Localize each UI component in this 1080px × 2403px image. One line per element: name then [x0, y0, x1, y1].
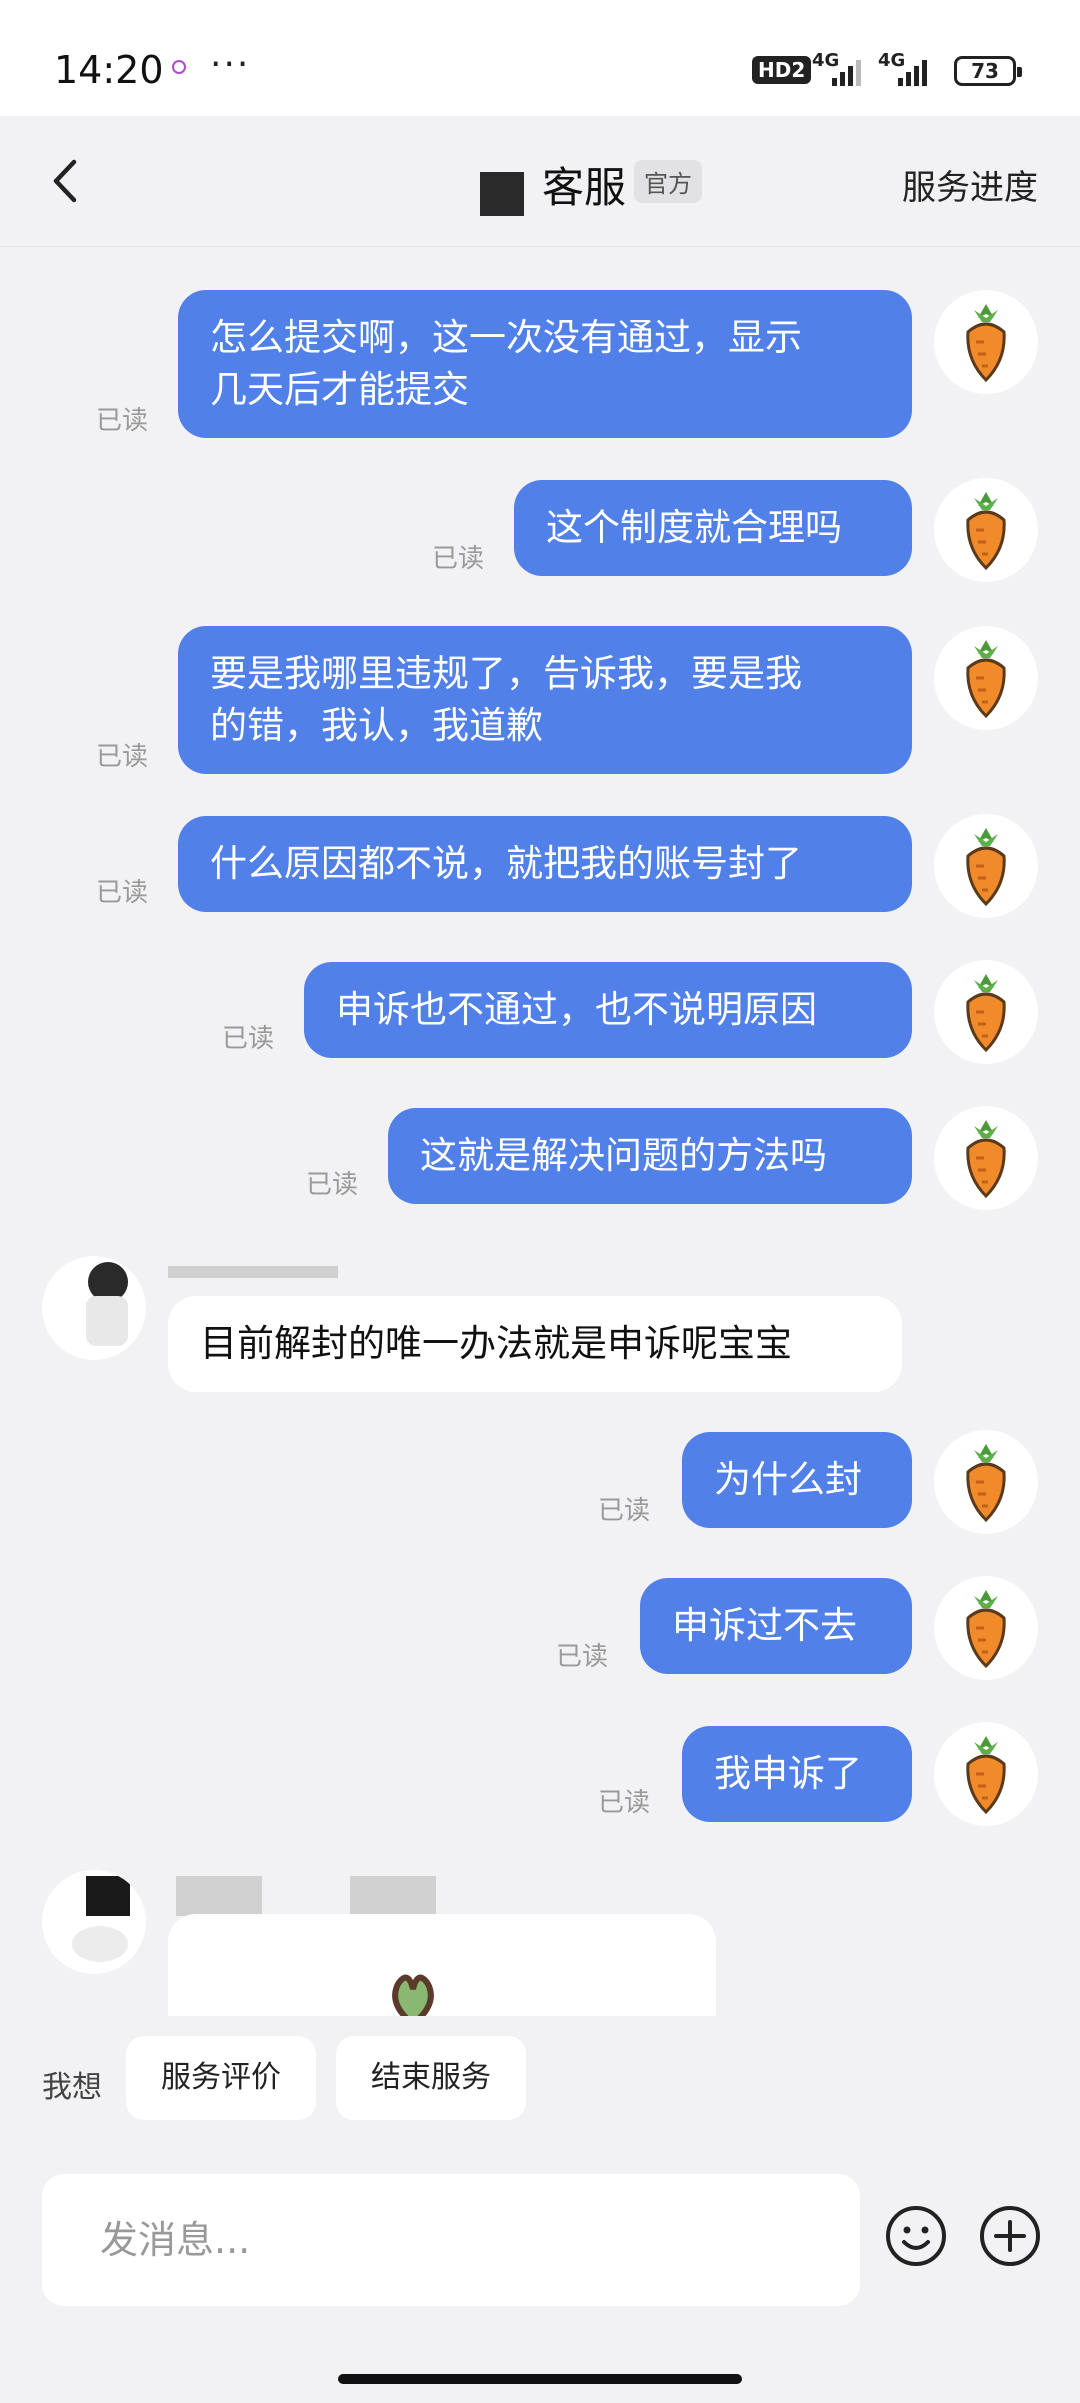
carrot-icon: [966, 304, 1006, 383]
nav-bar: 客服 官方 服务进度: [0, 116, 1080, 247]
bottom-panel: 我想 服务评价 结束服务: [0, 2016, 1080, 2403]
message-bubble[interactable]: 申诉也不通过，也不说明原因: [304, 962, 912, 1058]
message-text: 目前解封的唯一办法就是申诉呢宝宝: [200, 1322, 792, 1365]
message-text: 申诉也不通过，也不说明原因: [336, 988, 817, 1031]
user-avatar[interactable]: [934, 1106, 1038, 1210]
read-status: 已读: [598, 1496, 651, 1526]
user-avatar[interactable]: [934, 478, 1038, 582]
page-title: 客服: [542, 163, 627, 212]
official-badge: 官方: [634, 160, 702, 203]
message-text: 这个制度就合理吗: [546, 506, 842, 549]
agent-avatar[interactable]: [42, 1870, 146, 1974]
carrot-icon: [966, 640, 1006, 719]
user-avatar[interactable]: [934, 1430, 1038, 1534]
user-avatar[interactable]: [934, 290, 1038, 394]
quick-actions-label: 我想: [42, 2070, 102, 2105]
more-notifications-icon: ···: [210, 44, 251, 85]
user-avatar[interactable]: [934, 626, 1038, 730]
signal-icon-1: [832, 58, 861, 86]
back-arrow-icon[interactable]: [44, 156, 94, 206]
message-input-box[interactable]: [42, 2174, 860, 2306]
message-text-line: 的错，我认，我道歉: [210, 704, 543, 747]
status-bar: 14:20 ··· HD2 4G 4G 73: [0, 0, 1080, 116]
message-bubble[interactable]: 什么原因都不说，就把我的账号封了: [178, 816, 912, 912]
service-logo-icon: [480, 172, 524, 216]
message-text-line: 几天后才能提交: [210, 368, 469, 411]
message-bubble[interactable]: 这就是解决问题的方法吗: [388, 1108, 912, 1204]
read-status: 已读: [96, 742, 149, 772]
user-avatar[interactable]: [934, 960, 1038, 1064]
carrot-icon: [966, 828, 1006, 907]
carrot-icon: [966, 1590, 1006, 1669]
read-status: 已读: [306, 1170, 359, 1200]
read-status: 已读: [96, 878, 149, 908]
message-text-line: 怎么提交啊，这一次没有通过，显示: [210, 316, 802, 359]
message-bubble[interactable]: 这个制度就合理吗: [514, 480, 912, 576]
agent-name-blurred: [176, 1876, 262, 1916]
agent-name-blurred: [350, 1876, 436, 1916]
user-avatar[interactable]: [934, 1576, 1038, 1680]
signal-icon-2: [898, 58, 927, 86]
read-status: 已读: [556, 1642, 609, 1672]
home-indicator[interactable]: [338, 2374, 742, 2384]
carrot-icon: [966, 492, 1006, 571]
message-bubble[interactable]: 要是我哪里违规了，告诉我，要是我 的错，我认，我道歉: [178, 626, 912, 774]
read-status: 已读: [96, 406, 149, 436]
message-text: 我申诉了: [714, 1752, 862, 1795]
carrot-icon: [966, 1120, 1006, 1199]
alarm-icon: [172, 60, 186, 74]
message-text: 申诉过不去: [672, 1604, 857, 1647]
read-status: 已读: [432, 544, 485, 574]
carrot-icon: [966, 1444, 1006, 1523]
carrot-icon: [966, 974, 1006, 1053]
message-bubble[interactable]: 为什么封: [682, 1432, 912, 1528]
hd-icon: HD2: [752, 56, 812, 84]
user-avatar[interactable]: [934, 814, 1038, 918]
service-progress-link[interactable]: 服务进度: [902, 160, 1038, 209]
message-text: 什么原因都不说，就把我的账号封了: [210, 842, 802, 885]
read-status: 已读: [222, 1024, 275, 1054]
message-text: 这就是解决问题的方法吗: [420, 1134, 827, 1177]
rate-service-button[interactable]: 服务评价: [126, 2036, 316, 2120]
agent-name-blurred: [168, 1266, 338, 1278]
message-input[interactable]: [42, 2174, 860, 2306]
agent-avatar[interactable]: [42, 1256, 146, 1360]
emoji-icon[interactable]: [884, 2204, 948, 2268]
battery-icon: 73: [954, 56, 1022, 86]
message-bubble[interactable]: 怎么提交啊，这一次没有通过，显示 几天后才能提交: [178, 290, 912, 438]
status-time: 14:20: [54, 48, 164, 92]
message-text-line: 要是我哪里违规了，告诉我，要是我: [210, 652, 802, 695]
agent-message-bubble[interactable]: 目前解封的唯一办法就是申诉呢宝宝: [168, 1296, 902, 1392]
plus-icon[interactable]: [978, 2204, 1042, 2268]
carrot-icon: [966, 1736, 1006, 1815]
end-service-button[interactable]: 结束服务: [336, 2036, 526, 2120]
message-bubble[interactable]: 申诉过不去: [640, 1578, 912, 1674]
read-status: 已读: [598, 1788, 651, 1818]
message-text: 为什么封: [714, 1458, 862, 1501]
user-avatar[interactable]: [934, 1722, 1038, 1826]
message-bubble[interactable]: 我申诉了: [682, 1726, 912, 1822]
